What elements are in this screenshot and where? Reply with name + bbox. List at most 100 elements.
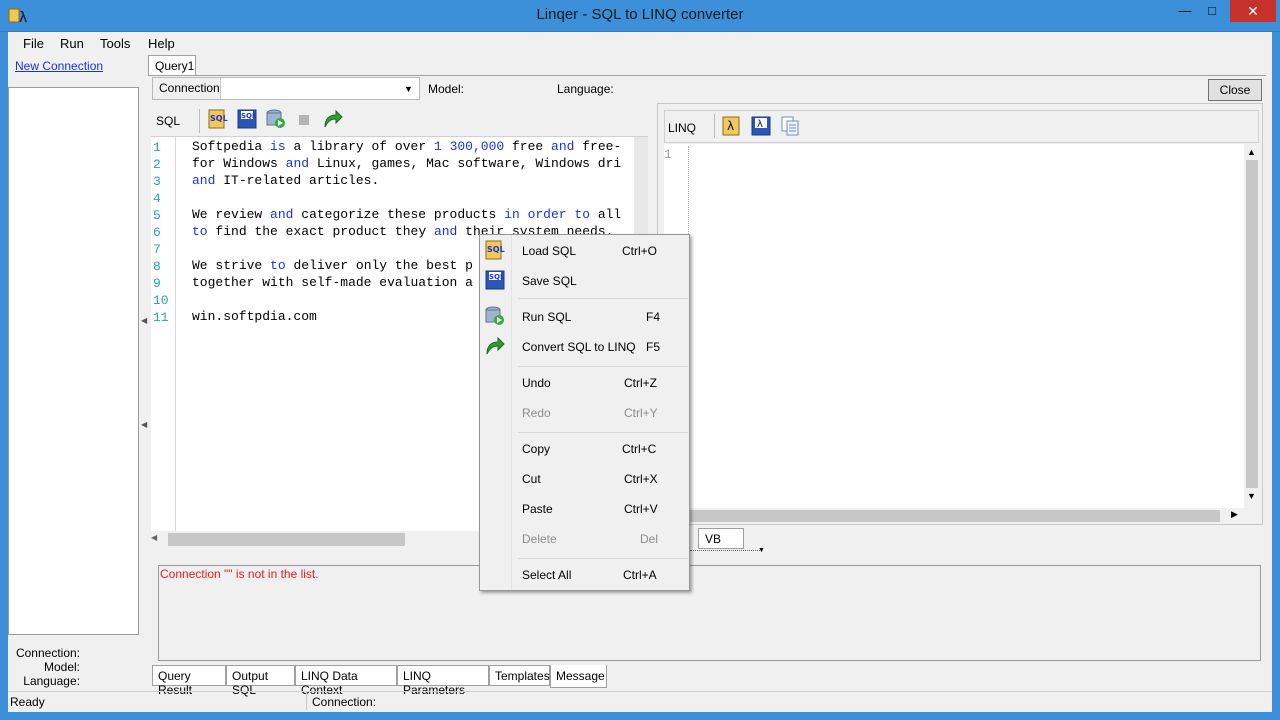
menu-run[interactable]: Run bbox=[60, 36, 84, 51]
menu-separator bbox=[518, 298, 688, 299]
minimize-button[interactable]: — bbox=[1172, 0, 1198, 22]
convert-arrow-icon[interactable] bbox=[322, 108, 344, 130]
shortcut-label: F4 bbox=[646, 310, 661, 324]
connection-label: Connection bbox=[153, 78, 221, 99]
linq-hscroll-thumb[interactable] bbox=[690, 510, 1220, 522]
gutter-divider bbox=[175, 137, 176, 531]
code-line: for Windows and Linux, games, Mac softwa… bbox=[192, 156, 622, 171]
code-line: Softpedia is a library of over 1 300,000… bbox=[192, 139, 622, 154]
svg-text:λ: λ bbox=[19, 10, 27, 25]
splitter-arrow-icon[interactable]: ◀ bbox=[141, 316, 147, 325]
code-line: We review and categorize these products … bbox=[192, 207, 622, 222]
menu-item-select-all[interactable]: Select All bbox=[522, 568, 571, 582]
shortcut-label: Ctrl+O bbox=[622, 244, 658, 258]
line-number: 7 bbox=[153, 242, 161, 257]
menu-separator bbox=[518, 432, 688, 433]
save-sql-icon: SQL bbox=[485, 270, 505, 290]
scroll-left-icon[interactable]: ◀ bbox=[151, 533, 157, 542]
menu-item-undo[interactable]: Undo bbox=[522, 376, 551, 390]
line-number: 3 bbox=[153, 174, 161, 189]
tab-vb[interactable]: VB bbox=[698, 528, 744, 549]
chevron-down-icon[interactable]: ▼ bbox=[1247, 491, 1256, 501]
menu-item-cut[interactable]: Cut bbox=[522, 472, 541, 486]
chevron-down-icon[interactable]: ▼ bbox=[404, 84, 413, 94]
menu-item-save-sql[interactable]: Save SQL bbox=[522, 274, 577, 288]
chevron-right-icon[interactable]: ▶ bbox=[1231, 509, 1238, 520]
menu-item-copy[interactable]: Copy bbox=[522, 442, 550, 456]
menu-help[interactable]: Help bbox=[148, 36, 175, 51]
window-title: Linqer - SQL to LINQ converter bbox=[536, 6, 744, 23]
new-connection-link[interactable]: New Connection bbox=[15, 59, 103, 73]
load-linq-icon[interactable]: λ bbox=[721, 115, 743, 137]
save-sql-icon[interactable]: SQL bbox=[236, 108, 258, 130]
stop-icon[interactable] bbox=[299, 115, 309, 125]
run-sql-icon bbox=[485, 306, 504, 325]
svg-text:SQL: SQL bbox=[241, 112, 257, 120]
svg-text:SQL: SQL bbox=[210, 114, 228, 123]
code-line: win.softpdia.com bbox=[192, 309, 317, 324]
menu-separator bbox=[518, 366, 688, 367]
menu-item-delete[interactable]: Delete bbox=[522, 532, 557, 546]
left-connection-label: Connection: bbox=[15, 646, 80, 660]
menu-tools[interactable]: Tools bbox=[100, 36, 130, 51]
tab-message[interactable]: Message bbox=[550, 665, 607, 688]
tab-query1[interactable]: Query1 bbox=[148, 55, 196, 76]
tab-divider bbox=[148, 75, 1266, 76]
left-language-label: Language: bbox=[23, 674, 80, 688]
linq-editor[interactable]: 1 bbox=[664, 144, 1244, 508]
menu-item-paste[interactable]: Paste bbox=[522, 502, 553, 516]
horizontal-splitter[interactable] bbox=[690, 550, 760, 551]
shortcut-label: F5 bbox=[646, 340, 661, 354]
run-sql-icon[interactable] bbox=[265, 108, 287, 130]
menu-item-redo[interactable]: Redo bbox=[522, 406, 551, 420]
close-query-button[interactable]: Close bbox=[1208, 79, 1262, 101]
menu-file[interactable]: File bbox=[23, 36, 44, 51]
tab-linq-data-context[interactable]: LINQ Data Context bbox=[295, 665, 397, 697]
toolbar-separator bbox=[714, 114, 715, 138]
svg-text:SQL: SQL bbox=[489, 273, 505, 281]
status-ready: Ready bbox=[10, 695, 45, 709]
copy-linq-icon[interactable] bbox=[779, 115, 801, 137]
sql-label: SQL bbox=[156, 114, 181, 128]
shortcut-label: Ctrl+X bbox=[624, 472, 658, 486]
connection-tree[interactable] bbox=[8, 87, 139, 635]
status-bar bbox=[8, 691, 1272, 712]
sql-scroll-thumb[interactable] bbox=[168, 533, 405, 546]
language-label: Language: bbox=[557, 82, 614, 96]
window-close-button[interactable]: ✕ bbox=[1230, 0, 1276, 22]
shortcut-label: Ctrl+C bbox=[622, 442, 657, 456]
menu-separator bbox=[518, 558, 688, 559]
tab-templates[interactable]: Templates bbox=[489, 665, 550, 686]
status-connection: Connection: bbox=[312, 695, 377, 709]
svg-text:SQL: SQL bbox=[487, 245, 505, 254]
left-model-label: Model: bbox=[43, 660, 80, 674]
line-number: 10 bbox=[153, 293, 169, 308]
model-label: Model: bbox=[428, 82, 465, 96]
app-logo-icon: λ bbox=[8, 8, 27, 25]
svg-text:λ: λ bbox=[757, 119, 763, 130]
tab-query-result[interactable]: Query Result bbox=[152, 665, 226, 697]
line-number: 1 bbox=[153, 140, 161, 155]
splitter-arrow-icon[interactable]: ◀ bbox=[141, 420, 147, 429]
chevron-up-icon[interactable]: ▲ bbox=[1247, 147, 1256, 157]
menu-item-run-sql[interactable]: Run SQL bbox=[522, 310, 571, 324]
title-bar[interactable]: Linqer - SQL to LINQ converter bbox=[0, 0, 1280, 32]
menu-item-load-sql[interactable]: Load SQL bbox=[522, 244, 576, 258]
shortcut-label: Ctrl+V bbox=[624, 502, 658, 516]
linq-scroll-thumb[interactable] bbox=[1246, 160, 1258, 488]
code-line: We strive to deliver only the best p bbox=[192, 258, 473, 273]
line-number: 6 bbox=[153, 225, 161, 240]
load-sql-icon[interactable]: SQL bbox=[207, 108, 229, 130]
convert-arrow-icon bbox=[486, 336, 505, 355]
linq-label: LINQ bbox=[668, 121, 697, 135]
error-message: Connection "" is not in the list. bbox=[160, 567, 319, 581]
save-linq-icon[interactable]: λ bbox=[750, 115, 772, 137]
splitter-arrow-icon[interactable]: ▼ bbox=[758, 547, 765, 554]
toolbar-separator bbox=[199, 109, 200, 133]
line-number: 1 bbox=[664, 147, 672, 162]
tab-output-sql[interactable]: Output SQL bbox=[226, 665, 295, 697]
status-separator bbox=[306, 692, 307, 710]
maximize-button[interactable]: □ bbox=[1198, 0, 1226, 22]
tab-linq-parameters[interactable]: LINQ Parameters bbox=[397, 665, 489, 697]
menu-item-convert-sql-to-linq[interactable]: Convert SQL to LINQ bbox=[522, 340, 636, 354]
